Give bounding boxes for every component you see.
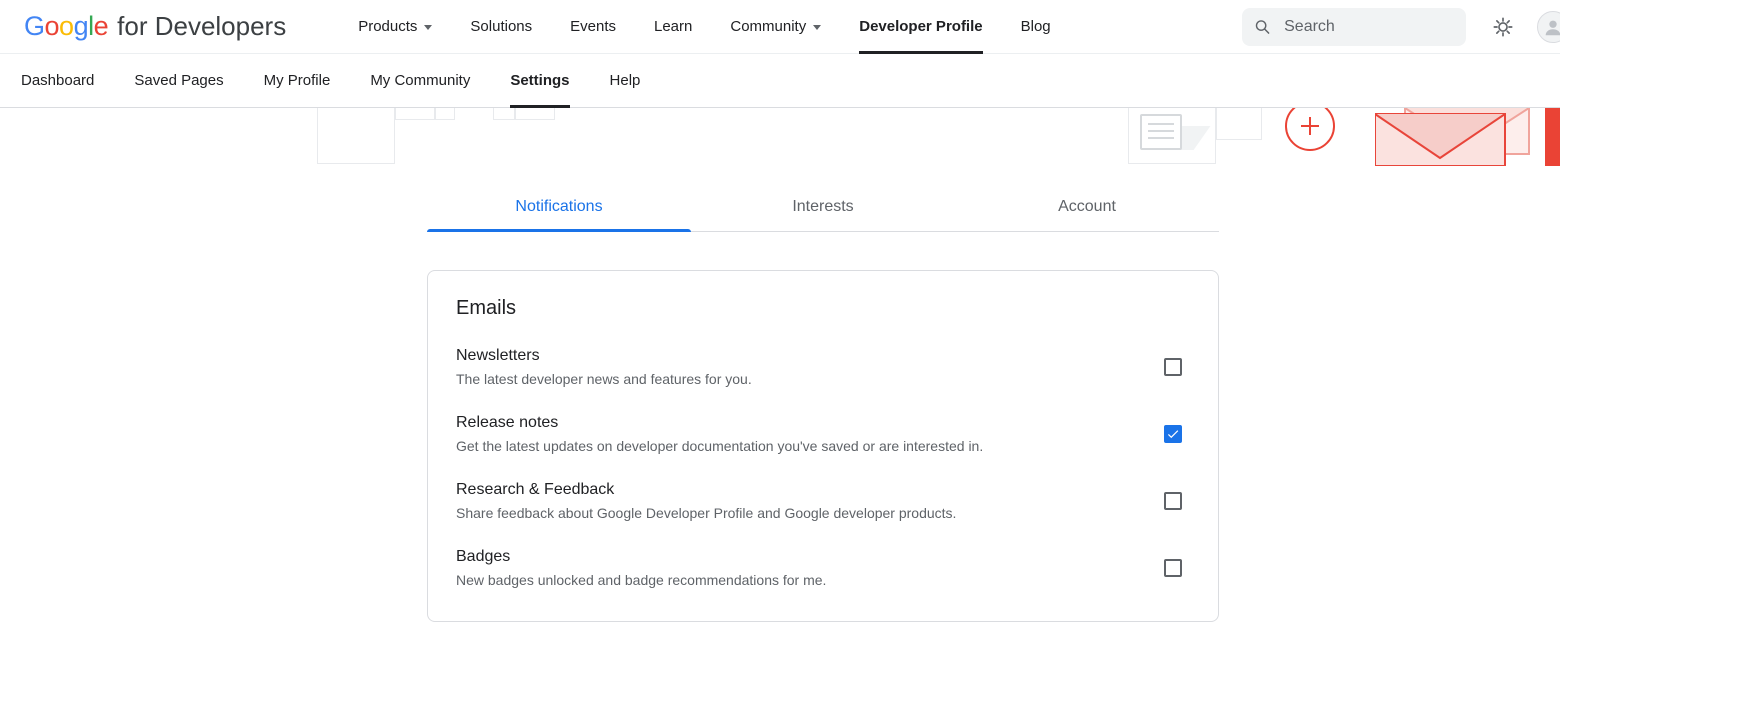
subnav-item-saved-pages[interactable]: Saved Pages xyxy=(134,54,223,108)
top-header: G o o g l e for Developers Products Solu… xyxy=(0,0,1560,54)
nav-item-blog[interactable]: Blog xyxy=(1021,0,1051,54)
tab-notifications[interactable]: Notifications xyxy=(427,184,691,231)
setting-description: Get the latest updates on developer docu… xyxy=(456,435,983,457)
subnav-label: Settings xyxy=(510,72,569,89)
nav-item-developer-profile[interactable]: Developer Profile xyxy=(859,0,982,54)
nav-label: Solutions xyxy=(470,18,532,35)
setting-row-research-feedback: Research & Feedback Share feedback about… xyxy=(456,478,1190,524)
nav-label: Developer Profile xyxy=(859,18,982,35)
tab-label: Interests xyxy=(792,198,853,215)
setting-title: Newsletters xyxy=(456,344,752,368)
search-input[interactable] xyxy=(1282,17,1454,37)
saved-page-illustration xyxy=(1140,114,1182,150)
setting-description: The latest developer news and features f… xyxy=(456,368,752,390)
envelope-illustration xyxy=(1375,108,1545,166)
theme-toggle-button[interactable] xyxy=(1492,16,1514,38)
checkmark-icon xyxy=(1166,426,1180,442)
plus-circle-icon xyxy=(1284,108,1336,152)
logo-letter: G xyxy=(24,11,45,42)
emails-card: Emails Newsletters The latest developer … xyxy=(427,270,1219,622)
grid-square-decoration xyxy=(435,108,455,120)
logo-letter: o xyxy=(59,11,74,42)
subnav-label: My Community xyxy=(370,72,470,89)
subnav-label: Help xyxy=(610,72,641,89)
logo-suffix: for Developers xyxy=(117,11,286,42)
logo-letter: g xyxy=(74,11,89,42)
grid-square-decoration xyxy=(493,108,515,120)
setting-title: Release notes xyxy=(456,411,983,435)
grid-square-decoration xyxy=(317,108,395,164)
search-box[interactable] xyxy=(1242,8,1466,46)
chevron-down-icon xyxy=(813,25,821,30)
card-title: Emails xyxy=(456,297,1190,320)
banner-decoration xyxy=(0,108,1560,166)
nav-item-events[interactable]: Events xyxy=(570,0,616,54)
nav-label: Learn xyxy=(654,18,692,35)
google-for-developers-logo[interactable]: G o o g l e for Developers xyxy=(24,11,286,42)
nav-item-solutions[interactable]: Solutions xyxy=(470,0,532,54)
profile-subnav: Dashboard Saved Pages My Profile My Comm… xyxy=(0,54,1560,108)
logo-letter: o xyxy=(45,11,60,42)
nav-item-learn[interactable]: Learn xyxy=(654,0,692,54)
subnav-label: My Profile xyxy=(264,72,331,89)
sun-icon xyxy=(1492,16,1514,38)
grid-square-decoration xyxy=(1216,108,1262,140)
avatar[interactable] xyxy=(1537,11,1560,43)
person-icon xyxy=(1542,16,1560,38)
badges-checkbox[interactable] xyxy=(1164,559,1182,577)
subnav-label: Dashboard xyxy=(21,72,94,89)
nav-label: Community xyxy=(730,18,806,35)
tab-label: Account xyxy=(1058,198,1116,215)
setting-title: Badges xyxy=(456,545,826,569)
tab-account[interactable]: Account xyxy=(955,184,1219,231)
setting-row-badges: Badges New badges unlocked and badge rec… xyxy=(456,545,1190,591)
subnav-label: Saved Pages xyxy=(134,72,223,89)
setting-row-release-notes: Release notes Get the latest updates on … xyxy=(456,411,1190,457)
nav-label: Blog xyxy=(1021,18,1051,35)
main-nav: Products Solutions Events Learn Communit… xyxy=(358,0,1050,54)
banner-red-strip xyxy=(1545,108,1560,166)
nav-label: Products xyxy=(358,18,417,35)
settings-tabs: Notifications Interests Account xyxy=(427,184,1219,232)
newsletters-checkbox[interactable] xyxy=(1164,358,1182,376)
logo-letter: e xyxy=(94,11,109,42)
search-icon xyxy=(1254,17,1271,37)
setting-row-newsletters: Newsletters The latest developer news an… xyxy=(456,344,1190,390)
grid-square-decoration xyxy=(515,108,555,120)
tab-interests[interactable]: Interests xyxy=(691,184,955,231)
grid-square-decoration xyxy=(395,108,435,120)
settings-content: Notifications Interests Account Emails N… xyxy=(427,184,1219,622)
setting-description: Share feedback about Google Developer Pr… xyxy=(456,502,956,524)
nav-item-community[interactable]: Community xyxy=(730,0,821,54)
subnav-item-help[interactable]: Help xyxy=(610,54,641,108)
setting-description: New badges unlocked and badge recommenda… xyxy=(456,569,826,591)
tab-label: Notifications xyxy=(515,198,602,215)
release-notes-checkbox[interactable] xyxy=(1164,425,1182,443)
topbar-right xyxy=(1242,8,1560,46)
research-feedback-checkbox[interactable] xyxy=(1164,492,1182,510)
subnav-item-dashboard[interactable]: Dashboard xyxy=(21,54,94,108)
subnav-item-my-profile[interactable]: My Profile xyxy=(264,54,331,108)
chevron-down-icon xyxy=(424,25,432,30)
subnav-item-settings[interactable]: Settings xyxy=(510,54,569,108)
nav-label: Events xyxy=(570,18,616,35)
subnav-item-my-community[interactable]: My Community xyxy=(370,54,470,108)
setting-title: Research & Feedback xyxy=(456,478,956,502)
nav-item-products[interactable]: Products xyxy=(358,0,432,54)
page: G o o g l e for Developers Products Solu… xyxy=(0,0,1560,721)
